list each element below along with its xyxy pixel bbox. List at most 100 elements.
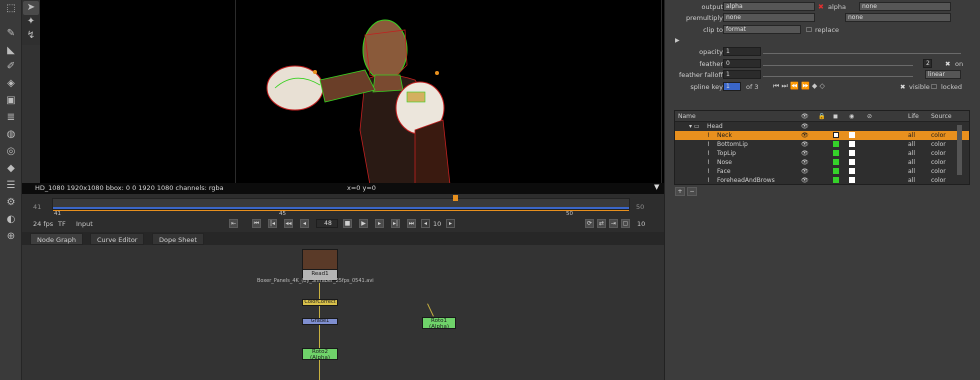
visible-checkbox-icon[interactable]: ✖ — [900, 83, 905, 91]
overlay-swatch[interactable] — [849, 141, 855, 147]
step-back-n-icon[interactable]: ◂ — [421, 219, 430, 228]
fps-value[interactable]: 24 fps — [33, 220, 53, 228]
brush-tool-icon[interactable]: ✐ — [3, 60, 19, 74]
col-invert-icon[interactable]: ⊘ — [867, 111, 872, 122]
step-back-icon[interactable]: ◂◂ — [284, 219, 293, 228]
crop-tool-icon[interactable]: ◣ — [3, 44, 19, 58]
cube-icon[interactable]: ▣ — [3, 94, 19, 108]
color-swatch[interactable] — [833, 141, 839, 147]
tag-icon[interactable]: ◆ — [3, 162, 19, 176]
roto1-node[interactable]: Roto1 (Alpha) — [422, 317, 456, 330]
row-visible-icon[interactable]: 👁 — [801, 176, 809, 185]
curve-row-face[interactable]: ⌇ Face 👁 all color — [675, 167, 969, 176]
paint-tool-icon[interactable]: ✎ — [3, 27, 19, 41]
select-tool-icon[interactable]: ⬚ — [3, 2, 19, 16]
once-icon[interactable]: ⇥ — [609, 219, 618, 228]
premultiply-channel-dropdown[interactable]: none — [845, 13, 951, 22]
feather-falloff-slider[interactable] — [763, 71, 913, 77]
last-frame-icon[interactable]: ⏭ — [407, 219, 416, 228]
overlay-swatch[interactable] — [849, 159, 855, 165]
frame-end[interactable]: 50 — [636, 203, 644, 211]
loop-icon[interactable]: ⟳ — [585, 219, 594, 228]
curves-scrollbar[interactable] — [957, 125, 962, 175]
timeline-scrubber[interactable]: 41 45 50 — [52, 195, 630, 217]
feather-falloff-field[interactable]: 1 — [723, 70, 761, 79]
overlay-swatch[interactable] — [849, 132, 855, 138]
colorcorrect-node[interactable]: ColorCorrect — [302, 299, 338, 306]
globe-icon[interactable]: ⊕ — [3, 230, 19, 244]
row-visible-icon[interactable]: 👁 — [801, 131, 809, 140]
feather-on-checkbox-icon[interactable]: ✖ — [945, 60, 950, 68]
channel-icon[interactable]: ≣ — [3, 111, 19, 125]
bezier-tool-icon[interactable]: ↯ — [23, 29, 39, 43]
input-mode[interactable]: Input — [76, 220, 93, 228]
curve-row-head[interactable]: ▾ ▭ Head 👁 — [675, 122, 969, 131]
node-graph-canvas[interactable]: Read1 Boxer_Panels_4K_(by_Shiraber_25fps… — [22, 245, 664, 380]
row-visible-icon[interactable]: 👁 — [801, 149, 809, 158]
in-point-icon[interactable]: ⇤ — [229, 219, 238, 228]
time-icon[interactable]: ◐ — [3, 213, 19, 227]
filter-icon[interactable]: ◎ — [3, 145, 19, 159]
col-color-icon[interactable]: ◼ — [833, 111, 838, 122]
output-dropdown[interactable]: alpha — [723, 2, 815, 11]
fullscreen-icon[interactable]: ▢ — [621, 219, 630, 228]
tab-node-graph[interactable]: Node Graph — [30, 233, 83, 245]
prev-frame-icon[interactable]: ◂ — [300, 219, 309, 228]
circle-icon[interactable]: ◍ — [3, 128, 19, 142]
swatch-icon[interactable] — [833, 132, 839, 138]
tab-curve-editor[interactable]: Curve Editor — [90, 233, 145, 245]
opacity-field[interactable]: 1 — [723, 47, 761, 56]
curve-row-nose[interactable]: ⌇ Nose 👁 all color — [675, 158, 969, 167]
remove-curve-button[interactable]: − — [687, 187, 697, 196]
viewer-menu-arrow-icon[interactable]: ▼ — [654, 182, 659, 193]
premultiply-dropdown[interactable]: none — [723, 13, 815, 22]
key-nav-icons[interactable]: ⏮ ⏭ ⏪ ⏩ ◆ ◇ — [773, 82, 825, 91]
dropper-tool-icon[interactable]: ✦ — [23, 15, 39, 29]
frame-increment[interactable]: 10 — [637, 220, 645, 228]
arrow-tool-icon[interactable]: ➤ — [23, 1, 39, 15]
col-lock-icon[interactable]: 🔒 — [818, 111, 825, 122]
current-frame-field[interactable]: 48 — [316, 219, 338, 228]
bounce-icon[interactable]: ⇄ — [597, 219, 606, 228]
locked-checkbox[interactable]: ☐ — [931, 83, 937, 91]
add-curve-button[interactable]: + — [675, 187, 685, 196]
viewer-canvas[interactable] — [40, 0, 664, 183]
frame-start[interactable]: 41 — [33, 203, 41, 211]
play-icon[interactable]: ▶ — [359, 219, 368, 228]
first-frame-icon[interactable]: ⏮ — [252, 219, 261, 228]
gear-icon[interactable]: ⚙ — [3, 196, 19, 210]
color-swatch[interactable] — [833, 168, 839, 174]
tab-dope-sheet[interactable]: Dope Sheet — [152, 233, 204, 245]
row-visible-icon[interactable]: 👁 — [801, 167, 809, 176]
col-visible-icon[interactable]: 👁 — [801, 111, 809, 122]
curve-row-neck[interactable]: ⌇ Neck 👁 all color — [675, 131, 969, 140]
step-forward-n-icon[interactable]: ▸ — [446, 219, 455, 228]
splinekey-field[interactable]: 1 — [723, 82, 741, 91]
alpha-channel-dropdown[interactable]: none — [859, 2, 951, 11]
curves-table[interactable]: Name 👁 🔒 ◼ ◉ ⊘ Life Source ▾ ▭ Head 👁 ⌇ … — [674, 110, 970, 185]
step-value[interactable]: 10 — [433, 220, 441, 228]
curve-row-foreheadandbrows[interactable]: ⌇ ForeheadAndBrows 👁 all color — [675, 176, 969, 185]
read1-node[interactable]: Read1 — [302, 249, 338, 281]
roto2-node[interactable]: Roto2 (Alpha) — [302, 348, 338, 361]
overlay-swatch[interactable] — [849, 168, 855, 174]
color-swatch[interactable] — [833, 159, 839, 165]
next-frame-icon[interactable]: ▸ — [375, 219, 384, 228]
curve-row-toplip[interactable]: ⌇ TopLip 👁 all color — [675, 149, 969, 158]
feather-field[interactable]: 0 — [723, 59, 761, 68]
prev-key-icon[interactable]: |◂ — [268, 219, 277, 228]
grade-node[interactable]: Grade1 — [302, 318, 338, 325]
clipto-dropdown[interactable]: format — [723, 25, 801, 34]
opacity-slider[interactable] — [763, 48, 961, 54]
tf-mode[interactable]: TF — [58, 220, 66, 228]
next-key-icon[interactable]: ▸| — [391, 219, 400, 228]
overlay-swatch[interactable] — [849, 150, 855, 156]
feather-slider[interactable] — [763, 60, 913, 66]
col-overlay-icon[interactable]: ◉ — [849, 111, 854, 122]
falloff-type-dropdown[interactable]: linear — [925, 70, 961, 79]
color-swatch[interactable] — [833, 150, 839, 156]
playhead-marker[interactable] — [453, 195, 458, 201]
row-visible-icon[interactable]: 👁 — [801, 122, 809, 131]
stack-icon[interactable]: ☰ — [3, 179, 19, 193]
replace-checkbox[interactable]: ☐ — [806, 26, 812, 34]
